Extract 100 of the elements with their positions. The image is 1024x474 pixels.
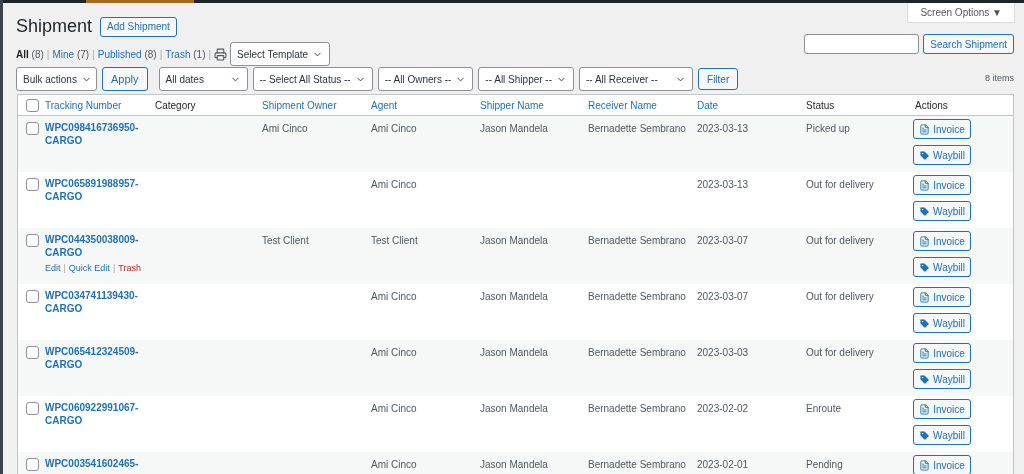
document-icon <box>919 291 931 303</box>
tracking-number-link[interactable]: WPC098416736950-CARGO <box>45 121 140 147</box>
waybill-button[interactable]: Waybill <box>913 201 971 221</box>
table-cell: 2023-03-07 <box>697 291 749 302</box>
invoice-button[interactable]: Invoice <box>913 175 971 195</box>
invoice-button[interactable]: Invoice <box>913 399 971 419</box>
waybill-button[interactable]: Waybill <box>913 145 971 165</box>
tracking-number-link[interactable]: WPC065891988957-CARGO <box>45 177 140 203</box>
dropdown[interactable]: Bulk actions <box>16 67 97 91</box>
document-icon <box>919 403 931 415</box>
waybill-button[interactable]: Waybill <box>913 425 971 445</box>
checkbox[interactable] <box>26 346 39 359</box>
tracking-number-link[interactable]: WPC034741139430-CARGO <box>45 289 140 315</box>
tag-icon <box>919 373 931 385</box>
edit-link[interactable]: Quick Edit <box>68 262 110 276</box>
table-cell: Pending <box>806 459 843 470</box>
page-title: Shipment <box>16 15 93 38</box>
printer-icon[interactable] <box>214 47 228 61</box>
table-cell: Picked up <box>806 123 850 134</box>
table-cell: Jason Mandela <box>480 347 548 358</box>
separator: | <box>92 47 95 62</box>
column-header[interactable]: Date <box>695 97 804 113</box>
separator: | <box>159 47 163 62</box>
checkbox[interactable] <box>26 402 39 415</box>
table-cell: 2023-02-01 <box>697 459 749 470</box>
view-filter-link[interactable]: Published (8) <box>97 46 157 62</box>
document-icon <box>919 459 931 471</box>
invoice-button[interactable]: Invoice <box>913 455 971 474</box>
table-cell: Bernadette Sembrano <box>588 291 686 302</box>
table-cell: Jason Mandela <box>480 291 548 302</box>
separator: | <box>46 47 50 62</box>
document-icon <box>919 347 931 359</box>
invoice-button[interactable]: Invoice <box>913 231 971 251</box>
tag-icon <box>919 261 931 273</box>
table-cell: Bernadette Sembrano <box>588 123 686 134</box>
tag-icon <box>919 317 931 329</box>
waybill-button[interactable]: Waybill <box>913 257 971 277</box>
dropdown[interactable]: -- All Receiver -- <box>579 67 694 91</box>
view-filter-link[interactable]: All (8) <box>16 46 44 62</box>
separator: | <box>112 262 116 275</box>
dropdown[interactable]: -- Select All Status -- <box>252 67 373 91</box>
waybill-button[interactable]: Waybill <box>913 369 971 389</box>
invoice-button[interactable]: Invoice <box>913 119 971 139</box>
waybill-button[interactable]: Waybill <box>913 313 971 333</box>
checkbox[interactable] <box>26 290 39 303</box>
dropdown[interactable]: Select Template <box>230 42 331 66</box>
table-cell: Bernadette Sembrano <box>588 347 686 358</box>
table-cell: Jason Mandela <box>480 459 548 470</box>
invoice-button[interactable]: Invoice <box>913 343 971 363</box>
table-cell: Bernadette Sembrano <box>588 403 686 414</box>
invoice-button[interactable]: Invoice <box>913 287 971 307</box>
table-cell: Out for delivery <box>806 179 874 190</box>
search-shipment-button[interactable]: Search Shipment <box>923 34 1014 54</box>
view-filter-link[interactable]: Mine (7) <box>52 46 90 62</box>
dropdown[interactable]: -- All Shipper -- <box>478 67 575 91</box>
table-cell: Bernadette Sembrano <box>588 459 686 470</box>
apply-button[interactable]: Apply <box>102 67 148 91</box>
column-header[interactable]: Receiver Name <box>586 97 695 113</box>
search-field[interactable] <box>804 34 920 54</box>
checkbox[interactable] <box>26 234 39 247</box>
table-cell: Out for delivery <box>806 235 874 246</box>
tracking-number-link[interactable]: WPC003541602465- <box>45 457 140 470</box>
column-header[interactable]: Shipment Owner <box>260 97 369 113</box>
checkbox[interactable] <box>26 458 39 471</box>
table-cell: 2023-02-02 <box>697 403 749 414</box>
column-header: Actions <box>914 98 949 113</box>
document-icon <box>919 179 931 191</box>
table-cell: Test Client <box>262 235 309 246</box>
filter-button[interactable]: Filter <box>698 68 739 90</box>
dropdown[interactable]: -- All Owners -- <box>377 67 474 91</box>
checkbox[interactable] <box>26 122 39 135</box>
table-cell: Ami Cinco <box>371 123 417 134</box>
column-header[interactable]: Agent <box>369 97 478 113</box>
view-filter-link[interactable]: Trash (1) <box>165 46 206 62</box>
table-cell: Ami Cinco <box>371 291 417 302</box>
column-header[interactable]: Shipper Name <box>478 97 586 113</box>
dropdown[interactable]: All dates <box>158 67 248 91</box>
table-cell: Jason Mandela <box>480 123 548 134</box>
document-icon <box>919 235 931 247</box>
table-cell: Enroute <box>806 403 842 414</box>
tag-icon <box>919 429 931 441</box>
separator: | <box>208 47 212 62</box>
tracking-number-link[interactable]: WPC060922991067-CARGO <box>45 401 140 427</box>
tracking-number-link[interactable]: WPC044350038009-CARGO <box>45 233 140 259</box>
column-header[interactable]: Tracking Number <box>43 97 153 113</box>
edit-link[interactable]: Edit <box>45 262 61 276</box>
table-cell: Out for delivery <box>806 291 874 302</box>
table-cell: Ami Cinco <box>371 459 417 470</box>
table-cell: Ami Cinco <box>371 347 417 358</box>
tracking-number-link[interactable]: WPC065412324509-CARGO <box>45 345 140 371</box>
checkbox[interactable] <box>26 98 39 112</box>
screen-options-button[interactable]: Screen Options ▼ <box>907 3 1015 23</box>
checkbox[interactable] <box>26 178 39 191</box>
add-shipment-button[interactable]: Add Shipment <box>100 16 177 37</box>
table-cell: Test Client <box>371 235 418 246</box>
table-cell: 2023-03-13 <box>697 123 749 134</box>
table-cell: Ami Cinco <box>262 123 308 134</box>
trash-link[interactable]: Trash <box>118 262 141 276</box>
tag-icon <box>919 205 931 217</box>
column-header: Category <box>154 98 197 113</box>
